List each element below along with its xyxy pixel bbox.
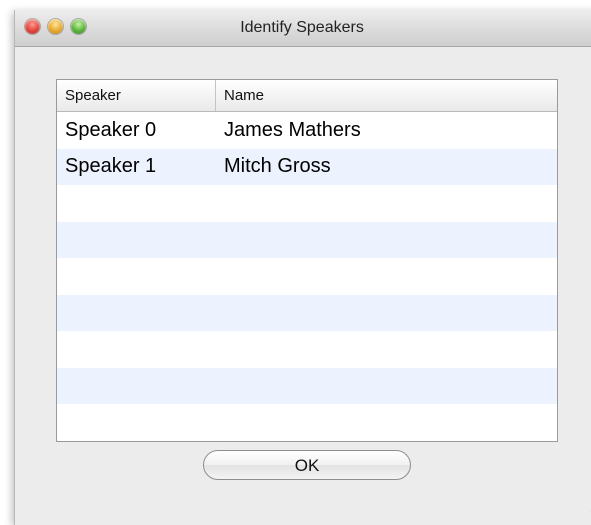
title-bar[interactable]: Identify Speakers (15, 10, 591, 47)
table-row[interactable]: Speaker 0 James Mathers (57, 112, 557, 149)
speaker-cell: Speaker 0 (65, 118, 157, 141)
table-row-empty (57, 221, 557, 258)
table-row-empty (57, 258, 557, 295)
table-header: Speaker Name (57, 80, 557, 112)
table-row-empty (57, 331, 557, 368)
column-header-name[interactable]: Name (216, 80, 557, 111)
window-title: Identify Speakers (240, 19, 364, 36)
identify-speakers-window: Identify Speakers Speaker Name Speaker 0… (14, 10, 591, 525)
table-row-empty (57, 440, 557, 441)
table-body: Speaker 0 James Mathers Speaker 1 Mitch … (57, 112, 557, 441)
table-row-empty (57, 367, 557, 404)
table-row-empty (57, 404, 557, 441)
table-row-empty (57, 185, 557, 222)
ok-button[interactable]: OK (203, 450, 411, 480)
name-cell[interactable]: James Mathers (216, 119, 361, 142)
table-row[interactable]: Speaker 1 Mitch Gross (57, 148, 557, 185)
speaker-cell: Speaker 1 (65, 155, 157, 178)
table-row-empty (57, 294, 557, 331)
name-cell[interactable]: Mitch Gross (216, 155, 331, 178)
speakers-table: Speaker Name Speaker 0 James Mathers Spe… (56, 79, 558, 442)
column-header-speaker[interactable]: Speaker (57, 80, 216, 111)
